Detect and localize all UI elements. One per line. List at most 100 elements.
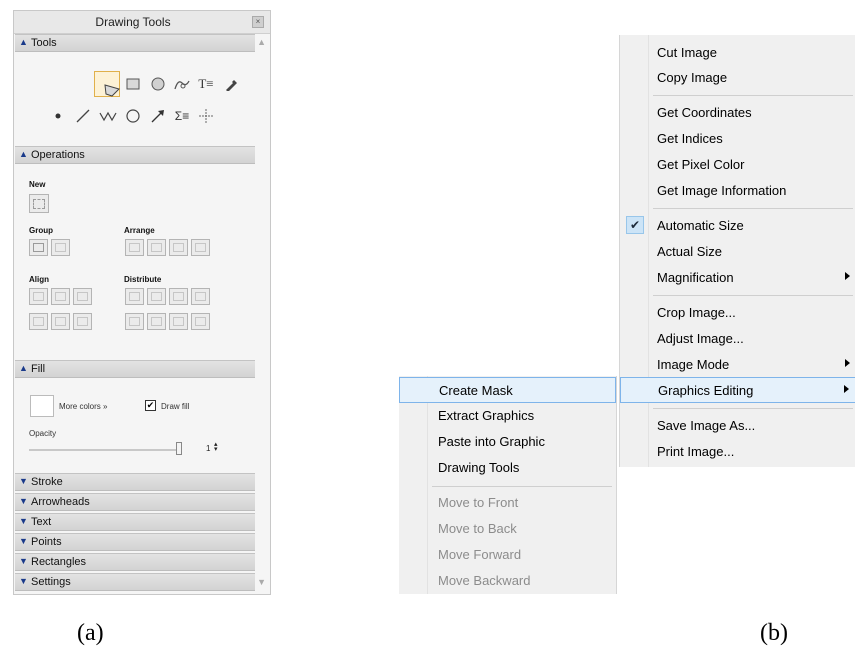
menu-item-adjust-image[interactable]: Adjust Image... <box>620 326 855 352</box>
section-label: Fill <box>31 363 46 375</box>
opacity-label: Opacity <box>29 429 57 438</box>
align-bottom-button[interactable] <box>29 313 48 330</box>
submenu-item-paste-into-graphic[interactable]: Paste into Graphic <box>399 429 616 455</box>
submenu-item-move-backward[interactable]: Move Backward <box>399 568 616 594</box>
line-icon[interactable] <box>72 105 94 127</box>
section-header-fill[interactable]: ▲ Fill <box>15 360 255 378</box>
distribute-h2-button[interactable] <box>147 288 166 305</box>
submenu-item-create-mask[interactable]: Create Mask <box>399 377 616 403</box>
palette-title: Drawing Tools <box>95 15 171 29</box>
menu-item-image-mode[interactable]: Image Mode <box>620 352 855 378</box>
align-left-button[interactable] <box>29 288 48 305</box>
opacity-slider-thumb[interactable] <box>176 442 182 455</box>
section-header-settings[interactable]: ▼ Settings <box>15 573 255 591</box>
submenu-item-move-to-front[interactable]: Move to Front <box>399 490 616 516</box>
fill-color-swatch[interactable] <box>30 395 54 417</box>
arrange-label: Arrange <box>124 226 155 235</box>
draw-fill-checkbox[interactable]: ✔ <box>145 400 156 411</box>
submenu-arrow-icon <box>845 272 850 280</box>
menu-item-copy-image[interactable]: Copy Image <box>620 65 855 91</box>
move-forward-button[interactable] <box>169 239 188 256</box>
polyline-icon[interactable] <box>97 105 119 127</box>
section-header-text[interactable]: ▼ Text <box>15 513 255 531</box>
section-label: Tools <box>31 37 57 49</box>
menu-separator <box>653 295 853 296</box>
section-header-points[interactable]: ▼ Points <box>15 533 255 551</box>
menu-item-get-indices[interactable]: Get Indices <box>620 126 855 152</box>
submenu-arrow-icon <box>845 359 850 367</box>
distribute-v1-button[interactable] <box>125 313 144 330</box>
drawing-tools-palette: Drawing Tools × ▲ ▼ ▲ Tools T≡ Σ≡ ▲ Oper… <box>13 10 271 595</box>
disk-icon[interactable] <box>147 73 169 95</box>
more-colors-link[interactable]: More colors » <box>59 402 107 411</box>
menu-item-get-image-information[interactable]: Get Image Information <box>620 178 855 204</box>
menu-separator <box>653 408 853 409</box>
section-label: Stroke <box>31 476 63 488</box>
submenu-arrow-icon <box>844 385 849 393</box>
menu-item-crop-image[interactable]: Crop Image... <box>620 300 855 326</box>
distribute-v4-button[interactable] <box>191 313 210 330</box>
section-header-operations[interactable]: ▲ Operations <box>15 146 255 164</box>
distribute-h1-button[interactable] <box>125 288 144 305</box>
menu-item-magnification[interactable]: Magnification <box>620 265 855 291</box>
menu-item-get-pixel-color[interactable]: Get Pixel Color <box>620 152 855 178</box>
chevron-up-icon: ▲ <box>19 37 28 47</box>
scroll-up-icon[interactable]: ▲ <box>257 37 266 47</box>
crosshair-icon[interactable] <box>195 105 217 127</box>
group-label: Group <box>29 226 53 235</box>
distribute-h3-button[interactable] <box>169 288 188 305</box>
move-to-front-button[interactable] <box>125 239 144 256</box>
polygon-tool-glyph <box>99 77 125 103</box>
text-icon[interactable]: T≡ <box>195 73 217 95</box>
submenu-item-move-forward[interactable]: Move Forward <box>399 542 616 568</box>
caption-b: (b) <box>760 620 788 646</box>
opacity-slider-track[interactable] <box>29 449 181 451</box>
opacity-value: 1 <box>206 444 211 453</box>
menu-item-save-image-as[interactable]: Save Image As... <box>620 413 855 439</box>
menu-separator <box>432 486 612 487</box>
chevron-up-icon: ▲ <box>19 363 28 373</box>
section-header-arrowheads[interactable]: ▼ Arrowheads <box>15 493 255 511</box>
group-button[interactable] <box>29 239 48 256</box>
arrow-icon[interactable] <box>147 105 169 127</box>
dropper-icon[interactable] <box>220 73 242 95</box>
opacity-spinner-icon[interactable]: ▴ ▾ <box>214 441 218 453</box>
menu-item-print-image[interactable]: Print Image... <box>620 439 855 465</box>
submenu-item-extract-graphics[interactable]: Extract Graphics <box>399 403 616 429</box>
menu-item-get-coordinates[interactable]: Get Coordinates <box>620 100 855 126</box>
align-center-button[interactable] <box>51 288 70 305</box>
distribute-v3-button[interactable] <box>169 313 188 330</box>
distribute-h4-button[interactable] <box>191 288 210 305</box>
section-label: Rectangles <box>31 556 87 568</box>
menu-item-automatic-size[interactable]: ✔ Automatic Size <box>620 213 855 239</box>
menu-separator <box>653 95 853 96</box>
close-icon[interactable]: × <box>252 16 264 28</box>
ungroup-button[interactable] <box>51 239 70 256</box>
point-icon[interactable] <box>47 105 69 127</box>
move-to-back-button[interactable] <box>147 239 166 256</box>
chevron-down-icon: ▼ <box>19 536 28 546</box>
menu-item-actual-size[interactable]: Actual Size <box>620 239 855 265</box>
circle-icon[interactable] <box>122 105 144 127</box>
submenu-item-move-to-back[interactable]: Move to Back <box>399 516 616 542</box>
align-right-button[interactable] <box>73 288 92 305</box>
move-backward-button[interactable] <box>191 239 210 256</box>
scroll-down-icon[interactable]: ▼ <box>257 577 266 587</box>
section-header-tools[interactable]: ▲ Tools <box>15 34 255 52</box>
new-graphic-button[interactable] <box>29 194 49 213</box>
submenu-item-drawing-tools[interactable]: Drawing Tools <box>399 455 616 481</box>
section-label: Settings <box>31 576 71 588</box>
palette-titlebar[interactable]: Drawing Tools × <box>14 11 270 34</box>
image-context-menu: Cut Image Copy Image Get Coordinates Get… <box>619 35 855 467</box>
math-text-icon[interactable]: Σ≡ <box>171 105 193 127</box>
menu-item-graphics-editing[interactable]: Graphics Editing <box>620 377 855 403</box>
align-middle-button[interactable] <box>51 313 70 330</box>
rectangle-icon[interactable] <box>122 73 144 95</box>
align-top-button[interactable] <box>73 313 92 330</box>
distribute-v2-button[interactable] <box>147 313 166 330</box>
section-label: Points <box>31 536 62 548</box>
freehand-icon[interactable] <box>171 73 193 95</box>
section-header-rectangles[interactable]: ▼ Rectangles <box>15 553 255 571</box>
menu-item-cut-image[interactable]: Cut Image <box>620 40 855 66</box>
section-header-stroke[interactable]: ▼ Stroke <box>15 473 255 491</box>
